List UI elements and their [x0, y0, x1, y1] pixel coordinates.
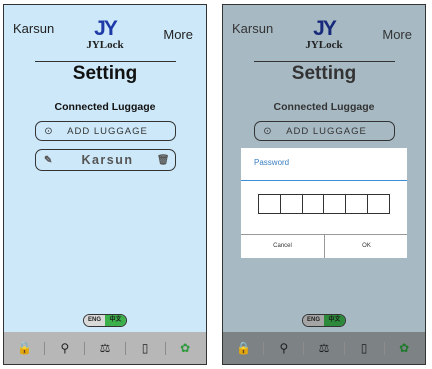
cancel-button[interactable]: Cancel — [241, 234, 324, 258]
lock-icon[interactable]: 🔒 — [234, 341, 254, 355]
add-luggage-label: ADD LUGGAGE — [67, 125, 148, 137]
location-pin-icon[interactable]: ⚲ — [55, 341, 75, 355]
tab-divider — [124, 341, 126, 355]
digit-box[interactable] — [281, 195, 303, 213]
language-toggle[interactable]: ENG 中文 — [83, 314, 127, 327]
more-link[interactable]: More — [163, 27, 193, 42]
tab-divider — [263, 341, 265, 355]
dialog-title-underline — [241, 180, 407, 181]
add-luggage-label: ADD LUGGAGE — [286, 125, 367, 137]
lang-zh[interactable]: 中文 — [324, 315, 345, 326]
password-input[interactable] — [258, 194, 390, 214]
tab-divider — [164, 341, 166, 355]
location-pin-icon[interactable]: ⚲ — [274, 341, 294, 355]
tab-divider — [84, 341, 86, 355]
luggage-name: Karsun — [81, 153, 134, 167]
dialog-title: Password — [254, 158, 290, 167]
settings-screen: Karsun JY JYLock More Setting Connected … — [3, 4, 207, 365]
digit-box[interactable] — [324, 195, 347, 213]
lang-eng[interactable]: ENG — [303, 315, 324, 326]
add-luggage-button[interactable]: ⊙ ADD LUGGAGE — [254, 121, 395, 141]
password-dialog: Password Cancel OK — [241, 148, 407, 258]
trash-icon[interactable]: 🗑 — [153, 155, 175, 166]
digit-box[interactable] — [368, 195, 389, 213]
page-title: Setting — [72, 63, 138, 84]
tab-divider — [303, 341, 305, 355]
header-divider — [35, 61, 176, 62]
digit-box[interactable] — [346, 195, 369, 213]
tab-divider — [343, 341, 345, 355]
battery-icon[interactable]: ▯ — [354, 341, 374, 355]
gear-icon[interactable]: ✿ — [175, 341, 195, 355]
section-heading: Connected Luggage — [54, 101, 156, 113]
luggage-item[interactable]: ✎ Karsun 🗑 — [35, 149, 176, 171]
edit-pencil-icon[interactable]: ✎ — [36, 155, 62, 166]
scale-icon[interactable]: ⚖ — [95, 341, 115, 355]
ok-button[interactable]: OK — [325, 234, 408, 258]
gear-icon[interactable]: ✿ — [394, 341, 414, 355]
battery-icon[interactable]: ▯ — [135, 341, 155, 355]
bottom-tab-bar: 🔒 ⚲ ⚖ ▯ ✿ — [4, 332, 206, 364]
tab-divider — [383, 341, 385, 355]
page-title: Setting — [291, 63, 357, 84]
scale-icon[interactable]: ⚖ — [314, 341, 334, 355]
bottom-tab-bar: 🔒 ⚲ ⚖ ▯ ✿ — [223, 332, 425, 364]
add-circle-icon: ⊙ — [44, 125, 54, 137]
digit-box[interactable] — [259, 195, 281, 213]
tab-divider — [44, 341, 46, 355]
lang-zh[interactable]: 中文 — [105, 315, 126, 326]
add-luggage-button[interactable]: ⊙ ADD LUGGAGE — [35, 121, 176, 141]
lang-eng[interactable]: ENG — [84, 315, 105, 326]
section-heading: Connected Luggage — [273, 101, 375, 113]
add-circle-icon: ⊙ — [263, 125, 273, 137]
header-divider — [254, 61, 395, 62]
password-dialog-screen: Karsun JY JYLock More Setting Connected … — [222, 4, 426, 365]
language-toggle[interactable]: ENG 中文 — [302, 314, 346, 327]
lock-icon[interactable]: 🔒 — [15, 341, 35, 355]
more-link[interactable]: More — [382, 27, 412, 42]
digit-box[interactable] — [303, 195, 325, 213]
